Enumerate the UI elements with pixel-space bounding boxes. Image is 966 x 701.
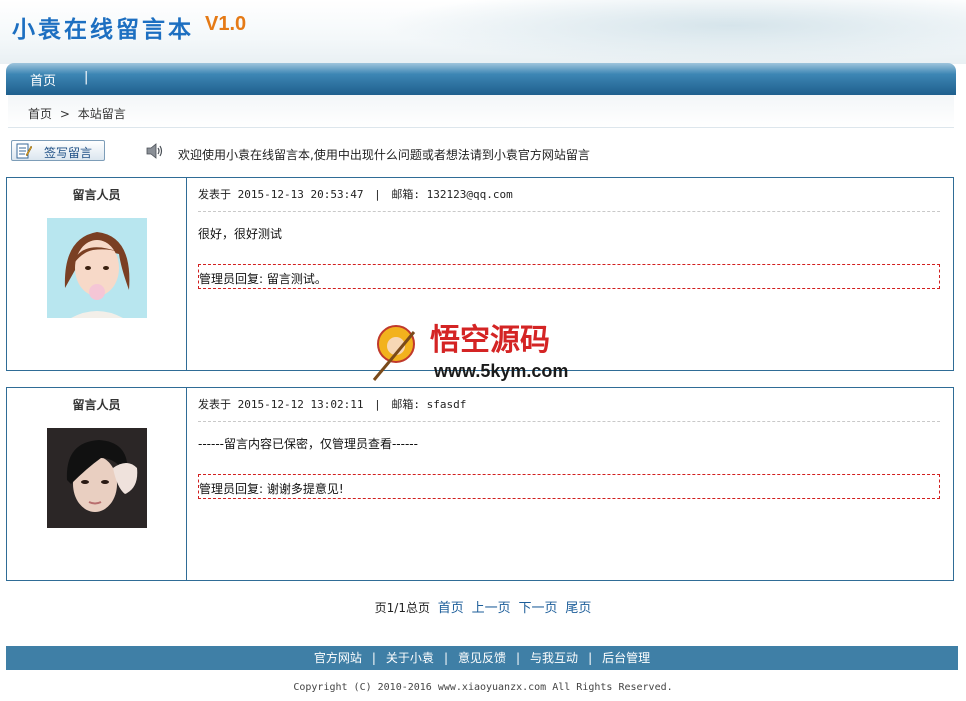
notepad-icon — [16, 143, 32, 159]
posted-prefix: 发表于 — [198, 398, 231, 411]
meta-divider — [198, 421, 940, 422]
footer-separator: | — [443, 651, 448, 665]
welcome-text: 欢迎使用小袁在线留言本,使用中出现什么问题或者想法请到小袁官方网站留言 — [178, 148, 590, 162]
footer-separator: | — [516, 651, 521, 665]
watermark-logo: 悟空源码 www.5kym.com — [372, 323, 568, 381]
next-page-link[interactable]: 下一页 — [518, 601, 557, 616]
posted-time: 2015-12-12 13:02:11 — [237, 398, 364, 411]
breadcrumb: 首页 > 本站留言 — [28, 105, 126, 122]
breadcrumb-bar: 首页 > 本站留言 — [8, 95, 954, 128]
admin-reply: 管理员回复: 谢谢多提意见! — [198, 474, 940, 499]
speaker-icon — [146, 143, 163, 159]
footer-link-official-site[interactable]: 官方网站 — [314, 651, 362, 665]
breadcrumb-current: 本站留言 — [77, 107, 126, 121]
meta-separator: | — [374, 188, 381, 201]
write-message-label: 签写留言 — [44, 146, 93, 160]
message-card: 留言人员 发表于 2015-12-12 13:02:11 | 邮箱: sfasd… — [6, 387, 954, 581]
nav-separator: | — [84, 70, 89, 85]
footer-separator: | — [371, 651, 376, 665]
site-logo-version: V1.0 — [205, 13, 247, 35]
footer-links-bar: 官方网站 | 关于小袁 | 意见反馈 | 与我互动 | 后台管理 — [6, 646, 958, 670]
message-meta: 发表于 2015-12-13 20:53:47 | 邮箱: 132123@qq.… — [198, 186, 513, 202]
page-info: 页1/1总页 — [374, 601, 430, 615]
copyright-text: Copyright (C) 2010-2016 www.xiaoyuanzx.c… — [293, 682, 673, 693]
email-value: sfasdf — [426, 398, 467, 411]
meta-divider — [198, 211, 940, 212]
footer-separator: | — [588, 651, 593, 665]
reply-label: 管理员回复: — [199, 482, 264, 496]
author-column: 留言人员 — [7, 388, 187, 580]
main-navbar: 首页 | — [6, 63, 956, 95]
author-column: 留言人员 — [7, 178, 187, 370]
posted-time: 2015-12-13 20:53:47 — [237, 188, 364, 201]
breadcrumb-home-link[interactable]: 首页 — [28, 107, 52, 121]
watermark-title: 悟空源码 — [430, 323, 550, 358]
email-label: 邮箱: — [391, 188, 420, 201]
author-label: 留言人员 — [72, 188, 121, 202]
pagination: 页1/1总页 首页 上一页 下一页 尾页 — [0, 597, 966, 616]
reply-text: 谢谢多提意见! — [266, 482, 344, 496]
header-decoration — [380, 0, 966, 64]
email-value: 132123@qq.com — [426, 188, 513, 201]
reply-text: 留言测试。 — [266, 272, 327, 286]
site-logo-title[interactable]: 小袁在线留言本 — [12, 10, 194, 44]
footer-link-feedback[interactable]: 意见反馈 — [458, 651, 506, 665]
footer-link-about[interactable]: 关于小袁 — [386, 651, 434, 665]
nav-home-link[interactable]: 首页 — [30, 70, 56, 89]
posted-prefix: 发表于 — [198, 188, 231, 201]
footer-link-admin[interactable]: 后台管理 — [602, 651, 650, 665]
message-meta: 发表于 2015-12-12 13:02:11 | 邮箱: sfasdf — [198, 396, 466, 412]
email-label: 邮箱: — [391, 398, 420, 411]
last-page-link[interactable]: 尾页 — [565, 601, 591, 616]
site-header: 小袁在线留言本 V1.0 — [0, 0, 966, 64]
female-avatar — [47, 218, 147, 318]
reply-label: 管理员回复: — [199, 272, 264, 286]
message-content: ------留言内容已保密，仅管理员查看------ — [198, 437, 418, 451]
admin-reply: 管理员回复: 留言测试。 — [198, 264, 940, 289]
message-content: 很好，很好测试 — [198, 227, 283, 241]
write-message-button[interactable]: 签写留言 — [11, 140, 105, 161]
footer-link-interact[interactable]: 与我互动 — [530, 651, 578, 665]
first-page-link[interactable]: 首页 — [438, 601, 464, 616]
watermark-url: www.5kym.com — [433, 361, 568, 381]
male-avatar — [47, 428, 147, 528]
breadcrumb-arrow: > — [59, 107, 70, 121]
author-label: 留言人员 — [72, 398, 121, 412]
meta-separator: | — [374, 398, 381, 411]
prev-page-link[interactable]: 上一页 — [472, 601, 511, 616]
